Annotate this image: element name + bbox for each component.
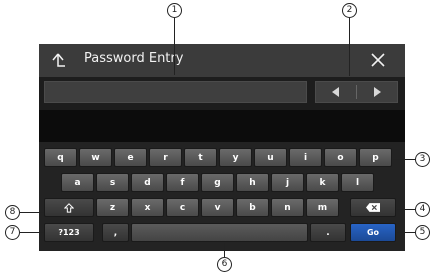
key-l[interactable]: l xyxy=(341,173,374,192)
callout-2-line xyxy=(349,18,350,76)
callout-6-line xyxy=(224,243,225,257)
cursor-right-button[interactable] xyxy=(357,82,397,102)
callout-7: 7 xyxy=(5,225,20,240)
password-input[interactable] xyxy=(44,81,307,103)
back-arrow-icon[interactable] xyxy=(50,52,66,68)
callout-7-line xyxy=(20,232,44,233)
callout-2: 2 xyxy=(342,3,357,18)
key-y[interactable]: y xyxy=(219,148,252,167)
key-v[interactable]: v xyxy=(201,198,234,217)
callout-4-line xyxy=(397,209,415,210)
comma-key[interactable]: , xyxy=(102,223,129,242)
page-title: Password Entry xyxy=(84,51,184,66)
cursor-arrow-group xyxy=(315,81,398,103)
device-screen: Password Entry q w e r t y u i o p a s d… xyxy=(39,44,405,251)
key-x[interactable]: x xyxy=(131,198,164,217)
callout-1: 1 xyxy=(167,3,182,18)
key-c[interactable]: c xyxy=(166,198,199,217)
left-triangle-icon xyxy=(332,87,339,97)
callout-5-line xyxy=(397,232,415,233)
backspace-key[interactable] xyxy=(350,198,396,217)
key-a[interactable]: a xyxy=(61,173,94,192)
callout-1-line xyxy=(174,18,175,75)
key-r[interactable]: r xyxy=(149,148,182,167)
right-triangle-icon xyxy=(374,87,381,97)
key-b[interactable]: b xyxy=(236,198,269,217)
key-n[interactable]: n xyxy=(271,198,304,217)
key-u[interactable]: u xyxy=(254,148,287,167)
symbols-key[interactable]: ?123 xyxy=(44,223,94,242)
close-icon[interactable] xyxy=(370,52,386,68)
key-t[interactable]: t xyxy=(184,148,217,167)
callout-3-line xyxy=(393,159,415,160)
callout-8: 8 xyxy=(5,205,20,220)
key-o[interactable]: o xyxy=(324,148,357,167)
key-w[interactable]: w xyxy=(79,148,112,167)
callout-8-line xyxy=(20,212,44,213)
go-key[interactable]: Go xyxy=(350,223,396,242)
key-i[interactable]: i xyxy=(289,148,322,167)
callout-4: 4 xyxy=(415,202,430,217)
key-d[interactable]: d xyxy=(131,173,164,192)
input-row xyxy=(39,77,405,110)
title-bar: Password Entry xyxy=(39,44,405,77)
callout-5: 5 xyxy=(415,225,430,240)
space-key[interactable] xyxy=(131,223,308,242)
shift-arrow-icon xyxy=(64,202,74,213)
key-g[interactable]: g xyxy=(201,173,234,192)
key-z[interactable]: z xyxy=(96,198,129,217)
backspace-icon xyxy=(366,203,380,212)
callout-6: 6 xyxy=(217,257,232,272)
keyboard: q w e r t y u i o p a s d f g h j k l z … xyxy=(39,142,405,251)
shift-key[interactable] xyxy=(44,198,94,217)
key-h[interactable]: h xyxy=(236,173,269,192)
key-e[interactable]: e xyxy=(114,148,147,167)
period-key[interactable]: . xyxy=(310,223,346,242)
key-f[interactable]: f xyxy=(166,173,199,192)
key-s[interactable]: s xyxy=(96,173,129,192)
key-q[interactable]: q xyxy=(44,148,77,167)
key-m[interactable]: m xyxy=(306,198,339,217)
cursor-left-button[interactable] xyxy=(316,82,356,102)
key-p[interactable]: p xyxy=(359,148,392,167)
key-k[interactable]: k xyxy=(306,173,339,192)
callout-3: 3 xyxy=(415,152,430,167)
key-j[interactable]: j xyxy=(271,173,304,192)
